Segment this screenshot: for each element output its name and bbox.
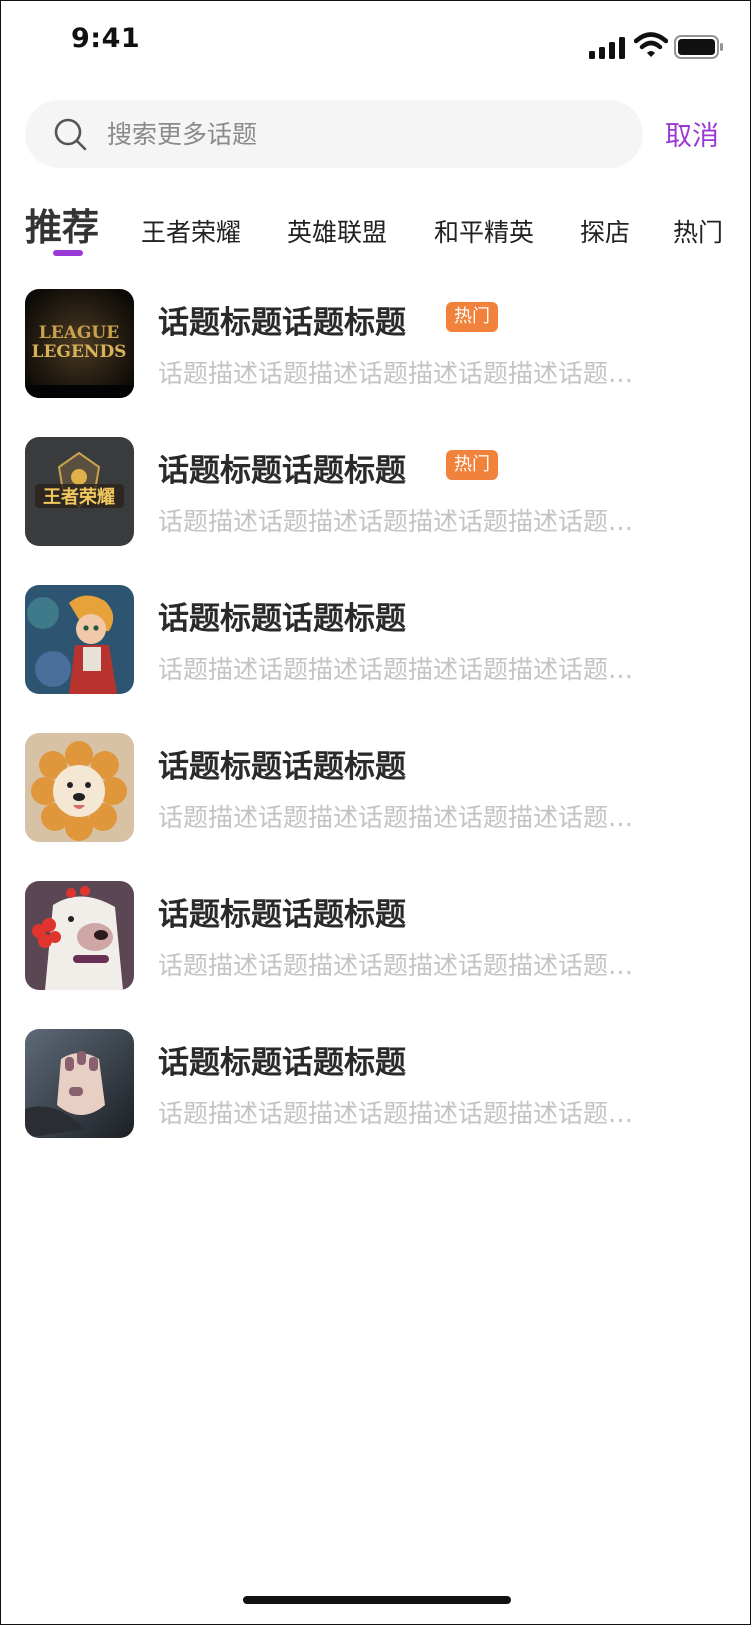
search-bar[interactable] [25,100,643,168]
tab-recommend[interactable]: 推荐 [25,197,99,251]
flower-dog-image-icon [25,733,134,842]
cellular-signal-icon [589,37,625,59]
topic-title: 话题标题话题标题 [158,305,406,341]
topic-description: 话题描述话题描述话题描述话题描述话题描述 [158,655,636,684]
wifi-icon [634,32,668,57]
status-time: 9:41 [71,23,141,54]
topic-search-screen: 9:41 取消 推荐 王者荣耀 英雄联盟 和平精英 探店 热门 [0,0,751,1625]
honor-of-kings-logo-icon: 王者荣耀 [25,437,134,546]
manicure-hand-image-icon [25,1029,134,1138]
battery-icon [674,35,723,59]
search-input[interactable] [107,112,607,156]
search-icon [54,118,87,151]
tab-hot[interactable]: 热门 [673,213,723,249]
tab-peacekeeper-elite[interactable]: 和平精英 [434,213,534,249]
topic-description: 话题描述话题描述话题描述话题描述话题描述 [158,507,636,536]
cancel-button[interactable]: 取消 [665,114,719,153]
topic-row[interactable]: 话题标题话题标题 话题描述话题描述话题描述话题描述话题描述 [1,585,750,697]
honor-of-kings-thumbnail: 王者荣耀 [25,437,134,546]
topic-row[interactable]: LEAGUE LEGENDS 话题标题话题标题 热门 话题描述话题描述话题描述话… [1,289,750,401]
dog-with-flower-thumbnail [25,881,134,990]
topic-description: 话题描述话题描述话题描述话题描述话题描述 [158,951,636,980]
hot-badge: 热门 [446,450,498,480]
game-character-thumbnail [25,585,134,694]
topic-row[interactable]: 话题标题话题标题 话题描述话题描述话题描述话题描述话题描述 [1,1029,750,1141]
league-of-legends-thumbnail: LEAGUE LEGENDS [25,289,134,398]
topic-title: 话题标题话题标题 [158,453,406,489]
home-indicator[interactable] [243,1596,511,1604]
topic-description: 话题描述话题描述话题描述话题描述话题描述 [158,359,636,388]
hot-badge: 热门 [446,302,498,332]
flower-dog-thumbnail [25,733,134,842]
tab-league-of-legends[interactable]: 英雄联盟 [287,213,387,249]
active-tab-indicator [53,250,83,256]
svg-text:王者荣耀: 王者荣耀 [43,486,115,508]
topic-row[interactable]: 话题标题话题标题 话题描述话题描述话题描述话题描述话题描述 [1,881,750,993]
topic-description: 话题描述话题描述话题描述话题描述话题描述 [158,1099,636,1128]
topic-row[interactable]: 王者荣耀 话题标题话题标题 热门 话题描述话题描述话题描述话题描述话题描述 [1,437,750,549]
manicure-hand-thumbnail [25,1029,134,1138]
league-of-legends-logo-icon: LEAGUE LEGENDS [25,289,134,398]
tab-explore-shops[interactable]: 探店 [580,213,630,249]
topic-title: 话题标题话题标题 [158,1045,406,1081]
tab-honor-of-kings[interactable]: 王者荣耀 [141,213,241,249]
dog-with-flower-image-icon [25,881,134,990]
topic-title: 话题标题话题标题 [158,749,406,785]
topic-row[interactable]: 话题标题话题标题 话题描述话题描述话题描述话题描述话题描述 [1,733,750,845]
svg-text:LEAGUE: LEAGUE [39,323,119,343]
svg-text:LEGENDS: LEGENDS [32,342,127,362]
topic-description: 话题描述话题描述话题描述话题描述话题描述 [158,803,636,832]
topic-title: 话题标题话题标题 [158,601,406,637]
category-tabs: 推荐 王者荣耀 英雄联盟 和平精英 探店 热门 [25,197,750,259]
topic-title: 话题标题话题标题 [158,897,406,933]
game-character-image-icon [25,585,134,694]
